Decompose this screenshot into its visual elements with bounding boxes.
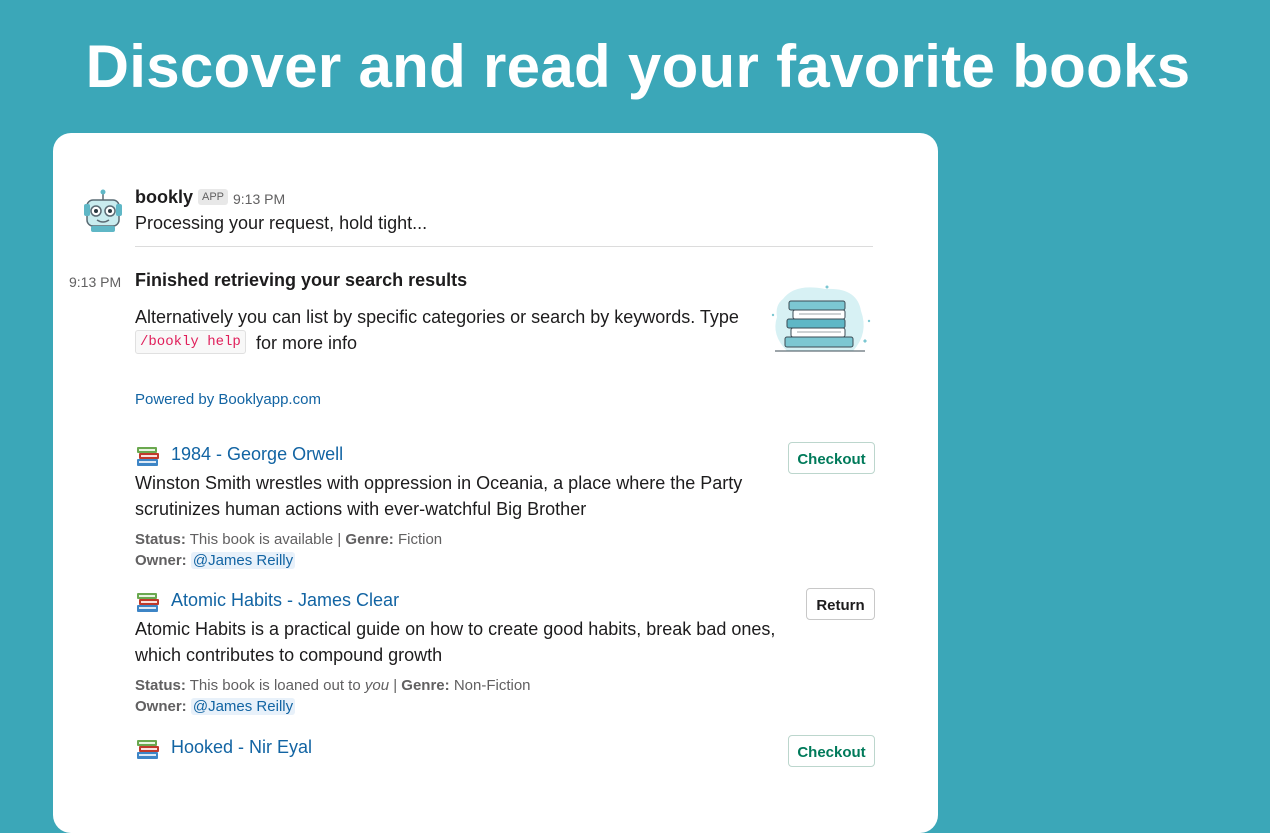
result-timestamp[interactable]: 9:13 PM — [69, 274, 121, 290]
checkout-button[interactable]: Checkout — [788, 442, 875, 474]
book-description: Winston Smith wrestles with oppression i… — [135, 473, 743, 519]
genre-label: Genre: — [401, 677, 450, 694]
hero-title: Discover and read your favorite books — [85, 33, 1191, 100]
status-separator: | — [393, 677, 398, 694]
status-value: This book is available — [189, 531, 334, 548]
owner-mention[interactable]: @James Reilly — [190, 698, 296, 715]
book-title-link[interactable]: 1984 - George Orwell — [171, 444, 343, 465]
book-status: Status: This book is available | Genre: … — [135, 530, 442, 550]
owner-label: Owner: — [135, 552, 187, 569]
genre-label: Genre: — [345, 531, 394, 548]
result-heading: Finished retrieving your search results — [135, 270, 468, 290]
book-stack-illustration — [771, 285, 871, 352]
books-emoji-icon — [137, 740, 159, 759]
alt-text: Alternatively you can list by specific c… — [135, 307, 739, 327]
genre-value: Fiction — [397, 531, 443, 548]
command-code: /bookly help — [135, 330, 246, 354]
status-label: Status: — [135, 677, 186, 694]
status-label: Status: — [135, 531, 186, 548]
alt-text-suffix: for more info — [256, 333, 358, 353]
owner-mention[interactable]: @James Reilly — [190, 552, 296, 569]
processing-text: Processing your request, hold tight... — [135, 213, 428, 233]
status-value: This book is loaned out to — [189, 677, 365, 694]
book-status: Status: This book is loaned out to you |… — [135, 676, 531, 696]
divider — [135, 246, 873, 247]
books-emoji-icon — [137, 447, 159, 466]
message-timestamp[interactable]: 9:13 PM — [233, 191, 285, 207]
book-owner: Owner: @James Reilly — [135, 697, 296, 717]
status-emphasis: you — [364, 677, 390, 694]
owner-label: Owner: — [135, 698, 187, 715]
sender-name[interactable]: bookly — [135, 187, 193, 208]
book-title-link[interactable]: Hooked - Nir Eyal — [171, 737, 312, 758]
return-button[interactable]: Return — [806, 588, 875, 620]
book-description: Atomic Habits is a practical guide on ho… — [135, 619, 776, 665]
powered-by-link[interactable]: Powered by Booklyapp.com — [135, 391, 321, 408]
book-owner: Owner: @James Reilly — [135, 551, 296, 571]
checkout-button[interactable]: Checkout — [788, 735, 875, 767]
book-title-link[interactable]: Atomic Habits - James Clear — [171, 590, 399, 611]
genre-value: Non-Fiction — [453, 677, 531, 694]
message-card: bookly APP 9:13 PM Processing your reque… — [53, 133, 938, 833]
books-emoji-icon — [137, 593, 159, 612]
app-badge: APP — [198, 189, 229, 205]
status-separator: | — [337, 531, 342, 548]
bookly-robot-avatar-icon[interactable] — [81, 188, 125, 234]
